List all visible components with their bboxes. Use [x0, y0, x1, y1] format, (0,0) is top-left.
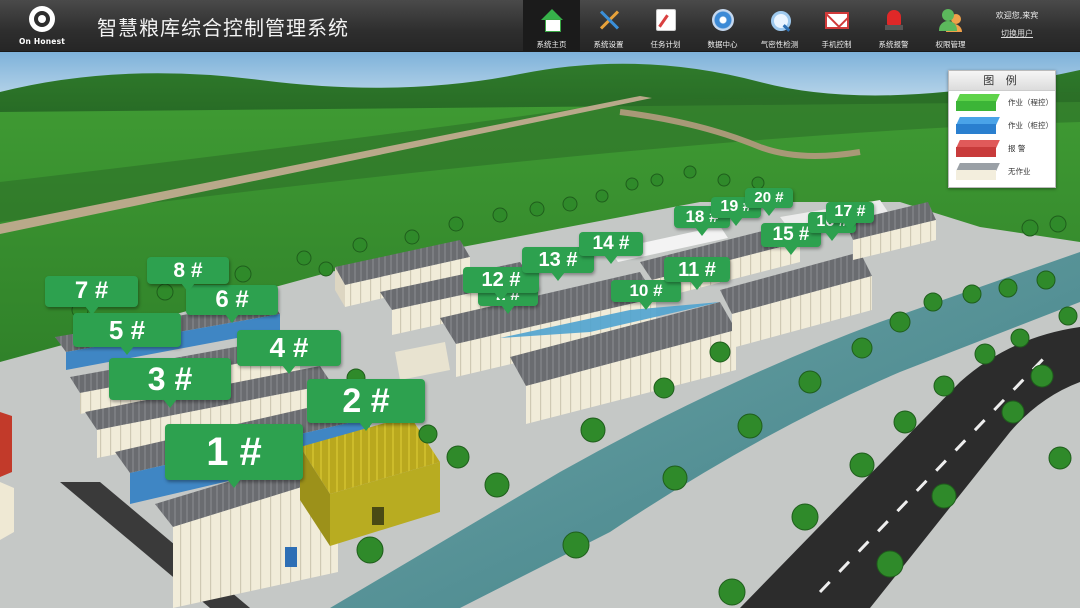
- nav-item-home[interactable]: 系统主页: [523, 0, 580, 52]
- logo-mark-icon: [29, 6, 55, 32]
- nav-label: 权限管理: [935, 40, 966, 49]
- data-center-icon: [711, 8, 735, 32]
- app-title: 智慧粮库综合控制管理系统: [97, 16, 349, 40]
- top-bar: On Honest 智慧粮库综合控制管理系统 系统主页 系统设置 任务计划 数据…: [0, 0, 1080, 52]
- legend-item-idle: 无作业: [949, 160, 1055, 183]
- logo-text: On Honest: [18, 37, 66, 46]
- nav-label: 系统报警: [878, 40, 909, 49]
- nav-label: 系统设置: [593, 40, 624, 49]
- tools-icon: [597, 8, 621, 32]
- legend-item-cabinet-control: 作业（柜控）: [949, 114, 1055, 137]
- warehouse-label-5[interactable]: 5 #: [73, 313, 181, 355]
- red-warehouse-icon: [956, 140, 1000, 157]
- warehouse-label-4[interactable]: 4 #: [237, 330, 341, 374]
- welcome-text: 欢迎您,来宾: [995, 11, 1039, 20]
- legend-label: 无作业: [1008, 167, 1031, 176]
- nav-label: 系统主页: [536, 40, 567, 49]
- red-building: [0, 412, 12, 477]
- main-nav: 系统主页 系统设置 任务计划 数据中心 气密性检测 手机控制 系统报警 权限管理: [523, 0, 979, 52]
- legend-panel: 图 例 作业（程控） 作业（柜控） 报 警 无作业: [948, 70, 1056, 188]
- warehouse-label-8[interactable]: 8 #: [147, 257, 229, 292]
- nav-item-system-alarm[interactable]: 系统报警: [865, 0, 922, 52]
- nav-item-data-center[interactable]: 数据中心: [694, 0, 751, 52]
- nav-label: 数据中心: [707, 40, 738, 49]
- warehouse-label-20[interactable]: 20 #: [745, 188, 793, 216]
- warehouse-label-6[interactable]: 6 #: [186, 285, 278, 323]
- warehouse-label-3[interactable]: 3 #: [109, 358, 231, 408]
- legend-label: 作业（程控）: [1008, 98, 1053, 107]
- legend-item-program-control: 作业（程控）: [949, 91, 1055, 114]
- small-building: [0, 482, 14, 540]
- nav-item-permission[interactable]: 权限管理: [922, 0, 979, 52]
- warehouse-label-10[interactable]: 10 #: [611, 280, 681, 310]
- grey-warehouse-icon: [956, 163, 1000, 180]
- warehouse-label-1[interactable]: 1 #: [165, 424, 303, 488]
- users-icon: [938, 8, 963, 32]
- warehouse-label-7[interactable]: 7 #: [45, 276, 138, 315]
- blue-warehouse-icon: [956, 117, 1000, 134]
- legend-label: 报 警: [1008, 144, 1026, 153]
- brand-logo: On Honest: [18, 6, 66, 48]
- nav-label: 任务计划: [650, 40, 681, 49]
- warehouse-label-11[interactable]: 11 #: [664, 257, 730, 290]
- task-icon: [654, 8, 678, 32]
- legend-item-alarm: 报 警: [949, 137, 1055, 160]
- nav-item-gas-detection[interactable]: 气密性检测: [751, 0, 808, 52]
- nav-label: 手机控制: [821, 40, 852, 49]
- mail-icon: [824, 8, 849, 32]
- alarm-icon: [882, 8, 906, 32]
- home-icon: [540, 8, 564, 32]
- gas-detect-icon: [768, 8, 792, 32]
- nav-item-mobile-control[interactable]: 手机控制: [808, 0, 865, 52]
- switch-user-link[interactable]: 切换用户: [982, 28, 1052, 39]
- nav-item-task-plan[interactable]: 任务计划: [637, 0, 694, 52]
- nav-item-system-settings[interactable]: 系统设置: [580, 0, 637, 52]
- granary-3d-scene: 图 例 作业（程控） 作业（柜控） 报 警 无作业 1 # 2 # 3 # 4 …: [0, 52, 1080, 608]
- user-box: 欢迎您,来宾 切换用户: [982, 10, 1052, 39]
- warehouse-label-2[interactable]: 2 #: [307, 379, 425, 431]
- legend-label: 作业（柜控）: [1008, 121, 1053, 130]
- green-warehouse-icon: [956, 94, 1000, 111]
- warehouse-label-14[interactable]: 14 #: [579, 232, 643, 264]
- nav-label: 气密性检测: [760, 40, 799, 49]
- legend-title: 图 例: [949, 71, 1055, 91]
- warehouse-label-17[interactable]: 17 #: [826, 202, 874, 231]
